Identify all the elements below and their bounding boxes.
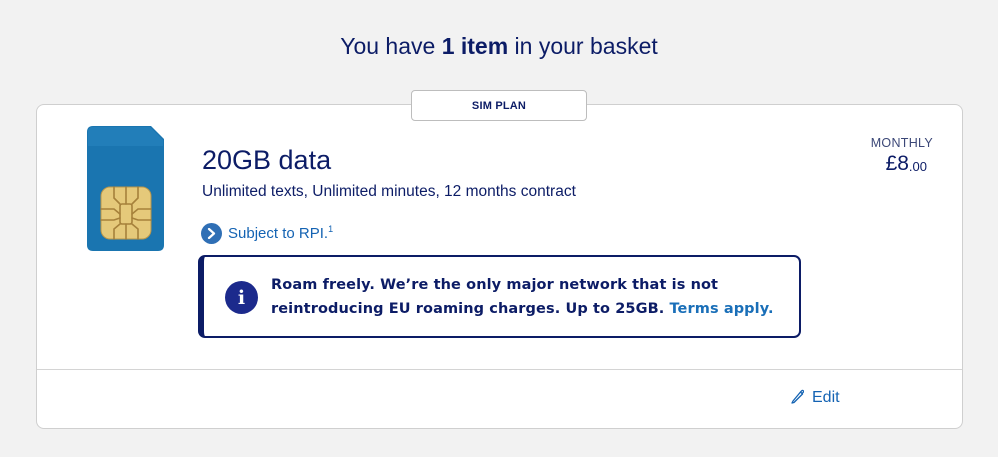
price-cents: .00 <box>908 159 927 174</box>
price-main: £8 <box>885 152 909 175</box>
price-value: £8.00 <box>871 152 933 176</box>
roaming-info-box: i Roam freely. We’re the only major netw… <box>198 255 801 338</box>
plan-details: Unlimited texts, Unlimited minutes, 12 m… <box>202 183 576 200</box>
rpi-link[interactable]: Subject to RPI.1 <box>201 222 333 244</box>
sim-card-icon <box>87 126 165 251</box>
heading-suffix: in your basket <box>508 33 658 59</box>
heading-prefix: You have <box>340 33 442 59</box>
rpi-link-label: Subject to RPI.1 <box>228 224 333 242</box>
price-block: MONTHLY £8.00 <box>871 136 933 176</box>
info-icon: i <box>225 281 258 314</box>
rpi-text: Subject to RPI. <box>228 225 329 242</box>
price-period-label: MONTHLY <box>870 136 933 150</box>
roaming-info-text: Roam freely. We’re the only major networ… <box>271 273 791 321</box>
roaming-message: Roam freely. We’re the only major networ… <box>271 277 719 317</box>
plan-title: 20GB data <box>202 145 332 175</box>
rpi-footnote: 1 <box>328 224 334 234</box>
pencil-icon <box>790 388 805 409</box>
plan-type-tag: SIM PLAN <box>411 90 587 121</box>
terms-apply-link[interactable]: Terms apply. <box>669 301 773 317</box>
heading-count: 1 item <box>441 33 509 59</box>
card-divider <box>37 369 962 370</box>
edit-label: Edit <box>812 389 840 406</box>
edit-button[interactable]: Edit <box>790 387 840 409</box>
chevron-right-icon <box>201 222 222 244</box>
basket-heading: You have 1 item in your basket <box>0 33 998 60</box>
